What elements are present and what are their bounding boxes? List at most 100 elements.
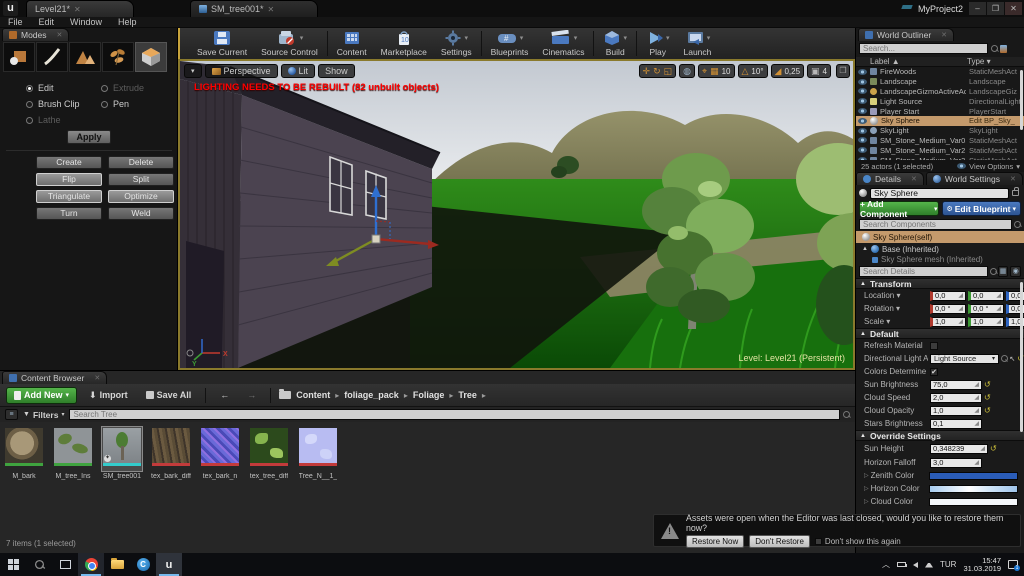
scrollbar[interactable]	[1020, 282, 1023, 432]
source-control-button[interactable]: ▾ Source Control	[254, 28, 325, 59]
column-type[interactable]: Type ▾	[967, 57, 1024, 66]
perspective-button[interactable]: Perspective	[205, 64, 278, 78]
save-all-button[interactable]: Save All	[140, 387, 198, 404]
view-options-button[interactable]: View Options ▾	[957, 162, 1020, 171]
camera-speed-icon[interactable]: ▣	[811, 65, 820, 77]
use-selected-icon[interactable]: ↖	[1009, 355, 1015, 363]
back-button[interactable]: ←	[214, 387, 235, 404]
breadcrumb-foliage[interactable]: Foliage	[413, 390, 445, 400]
viewport-options-button[interactable]: ▾	[184, 64, 202, 78]
column-label[interactable]: Label ▲	[856, 57, 967, 66]
maximize-button[interactable]: ❐	[987, 2, 1004, 15]
radio-edit[interactable]: Edit	[26, 80, 101, 96]
dont-restore-button[interactable]: Don't Restore	[749, 535, 810, 548]
property-label[interactable]: Zenith Color	[871, 471, 927, 480]
visibility-eye-icon[interactable]	[858, 128, 867, 134]
turn-button[interactable]: Turn	[36, 207, 102, 220]
visibility-eye-icon[interactable]	[858, 147, 867, 153]
stars-brightness-field[interactable]: 0,1◢	[930, 419, 982, 429]
search-details-input[interactable]	[859, 266, 988, 277]
visibility-eye-icon[interactable]	[858, 98, 867, 104]
display-filter-eye-button[interactable]: ◉	[1010, 266, 1021, 277]
visibility-eye-icon[interactable]	[858, 118, 867, 124]
surface-snap-icon[interactable]: ⌖	[702, 65, 707, 77]
triangulate-button[interactable]: Triangulate	[36, 190, 102, 203]
lit-button[interactable]: Lit	[281, 64, 316, 78]
apply-button[interactable]: Apply	[67, 130, 111, 144]
asset-tex-tree-diff[interactable]: tex_tree_diff	[249, 427, 289, 480]
restore-now-button[interactable]: Restore Now	[686, 535, 744, 548]
close-icon[interactable]: ✕	[911, 175, 917, 183]
radio-pen[interactable]: Pen	[101, 96, 171, 112]
language-indicator[interactable]: TUR	[940, 560, 956, 569]
outliner-row[interactable]: SM_Stone_Medium_Var01StaticMeshAct	[856, 136, 1024, 146]
level-tab[interactable]: Level21* ✕	[26, 0, 134, 17]
unreal-taskbar-button[interactable]: u	[156, 553, 182, 576]
outliner-search-input[interactable]	[859, 43, 988, 54]
outliner-row[interactable]: SkyLightSkyLight	[856, 126, 1024, 136]
reset-icon[interactable]: ↺	[984, 407, 991, 415]
menu-file[interactable]: File	[8, 17, 23, 27]
asset-tree-n-1[interactable]: Tree_N__1_	[298, 427, 338, 480]
visibility-eye-icon[interactable]	[858, 137, 867, 143]
build-button[interactable]: ▾ Build	[596, 28, 634, 59]
content-button[interactable]: Content	[330, 28, 374, 59]
location-x-field[interactable]: 0,0◢	[930, 291, 966, 301]
outliner-row-selected[interactable]: Sky SphereEdit BP_Sky_	[856, 116, 1024, 126]
cloud-opacity-field[interactable]: 1,0◢	[930, 406, 982, 416]
lock-icon[interactable]	[1012, 190, 1019, 196]
blueprints-button[interactable]: #▾ Blueprints	[484, 28, 536, 59]
reset-icon[interactable]: ↺	[984, 381, 991, 389]
component-self[interactable]: Sky Sphere(self)	[856, 231, 1024, 243]
create-button[interactable]: Create	[36, 156, 102, 169]
world-settings-tab[interactable]: World Settings✕	[926, 172, 1023, 185]
asset-sm-tree001-selected[interactable]: ✦ SM_tree001	[102, 427, 142, 480]
cloud-color-swatch[interactable]	[929, 498, 1018, 506]
clock[interactable]: 15:47 31.03.2019	[963, 557, 1001, 573]
reset-icon[interactable]: ↺	[990, 445, 997, 453]
outliner-row[interactable]: LandscapeGizmoActiveActLandscapeGiz	[856, 87, 1024, 97]
weld-button[interactable]: Weld	[108, 207, 174, 220]
taskbar-search-button[interactable]	[26, 553, 52, 576]
settings-button[interactable]: ▾ Settings	[434, 28, 479, 59]
horizon-falloff-field[interactable]: 3,0◢	[930, 458, 982, 468]
visibility-eye-icon[interactable]	[858, 108, 867, 114]
asset-m-tree-ins[interactable]: M_tree_Ins	[53, 427, 93, 480]
mode-foliage-button[interactable]	[102, 42, 134, 72]
close-icon[interactable]: ✕	[1010, 175, 1016, 183]
viewport-scene[interactable]: X Y	[180, 61, 853, 368]
menu-window[interactable]: Window	[70, 17, 102, 27]
cloud-speed-field[interactable]: 2,0◢	[930, 393, 982, 403]
angle-snap-icon[interactable]: △	[742, 65, 749, 77]
horizon-color-swatch[interactable]	[929, 485, 1018, 493]
asset-m-bark[interactable]: M_bark	[4, 427, 44, 480]
dont-show-checkbox[interactable]	[815, 538, 822, 545]
scrollbar[interactable]	[1020, 70, 1023, 130]
property-label[interactable]: Scale ▾	[864, 317, 928, 326]
property-label[interactable]: Horizon Color	[871, 484, 927, 493]
radio-lathe[interactable]: Lathe	[26, 112, 101, 128]
menu-help[interactable]: Help	[118, 17, 137, 27]
content-browser-tab[interactable]: Content Browser ✕	[2, 371, 107, 384]
explorer-taskbar-button[interactable]	[104, 553, 130, 576]
search-components-input[interactable]	[859, 219, 1012, 230]
tray-expand-button[interactable]: ︿	[882, 559, 890, 570]
grid-snap-value[interactable]: 10	[722, 67, 731, 76]
outliner-row[interactable]: LandscapeLandscape	[856, 77, 1024, 87]
rotation-y-field[interactable]: 0,0 °◢	[968, 304, 1004, 314]
minimize-button[interactable]: –	[969, 2, 986, 15]
asset-search-input[interactable]	[69, 409, 840, 420]
zenith-color-swatch[interactable]	[929, 472, 1018, 480]
asset-tex-bark-n[interactable]: tex_bark_n	[200, 427, 240, 480]
visibility-eye-icon[interactable]	[858, 79, 867, 85]
start-button[interactable]	[0, 553, 26, 576]
cinematics-button[interactable]: ▾ Cinematics	[535, 28, 591, 59]
scale-snap-value[interactable]: 0,25	[784, 67, 800, 76]
add-component-button[interactable]: + Add Component ▾	[859, 201, 939, 216]
outliner-row[interactable]: Light SourceDirectionalLight	[856, 96, 1024, 106]
launch-button[interactable]: ▾ Launch	[677, 28, 719, 59]
save-current-button[interactable]: Save Current	[190, 28, 254, 59]
move-tool-icon[interactable]: ✛	[643, 65, 651, 77]
marketplace-button[interactable]: 10 Marketplace	[374, 28, 434, 59]
task-view-button[interactable]	[52, 553, 78, 576]
